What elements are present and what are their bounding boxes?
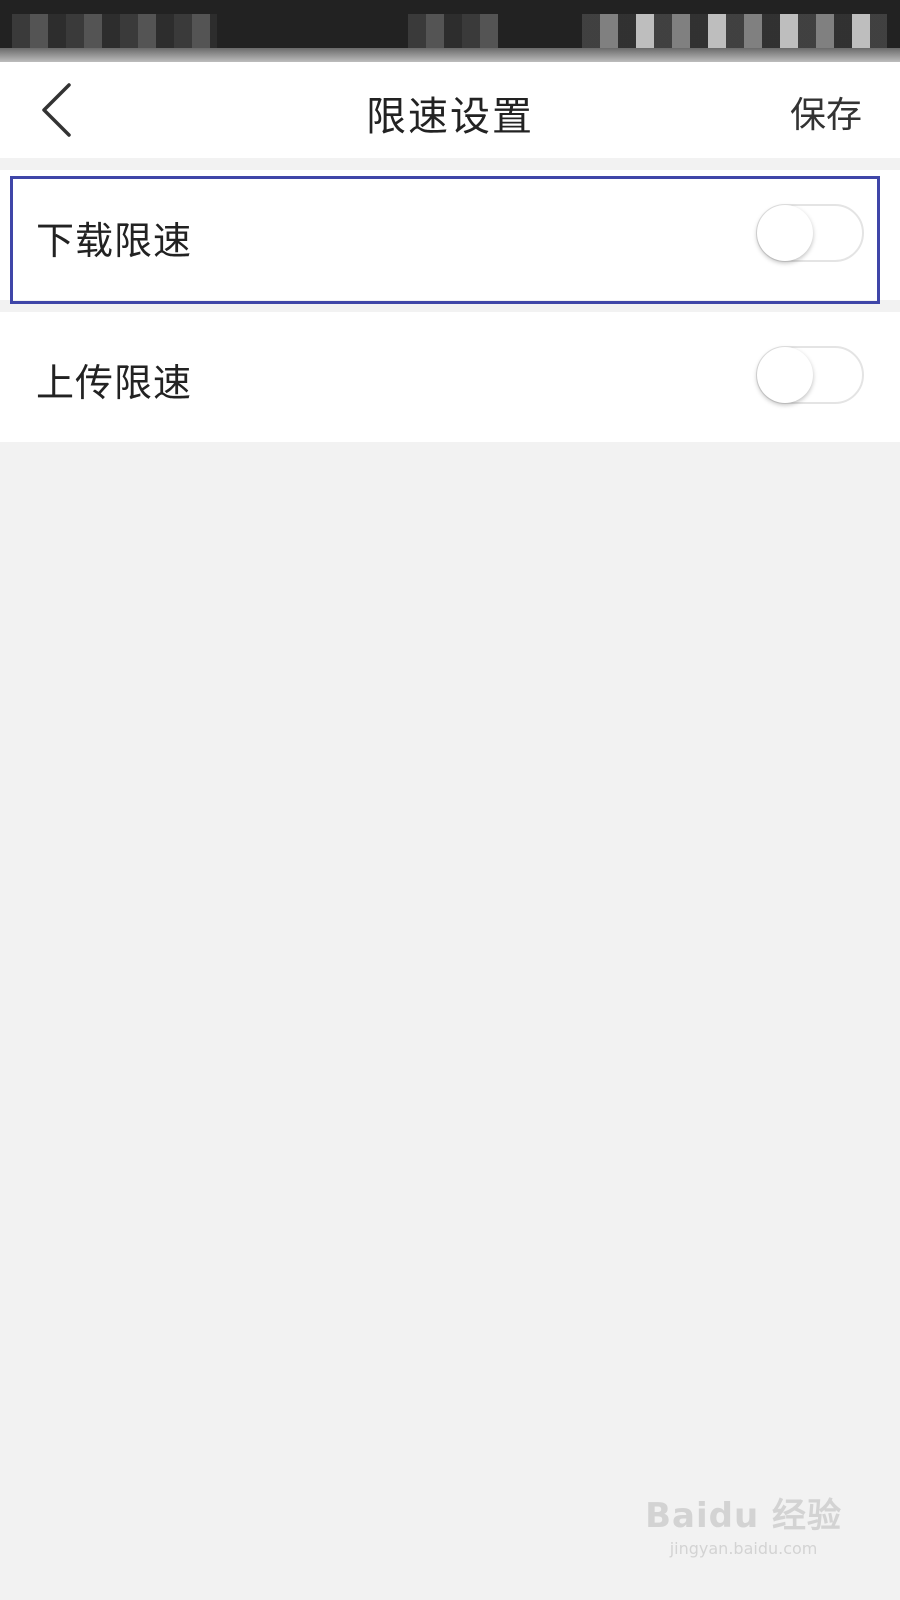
status-bar bbox=[0, 0, 900, 62]
status-left-signal bbox=[12, 14, 217, 50]
upload-limit-label: 上传限速 bbox=[36, 361, 193, 405]
settings-list: 下载限速 上传限速 bbox=[0, 170, 900, 442]
toggle-knob bbox=[757, 347, 813, 403]
download-limit-toggle[interactable] bbox=[756, 204, 864, 262]
page-title: 限速设置 bbox=[366, 94, 534, 140]
watermark-url: jingyan.baidu.com bbox=[669, 1539, 818, 1558]
navigation-bar: 限速设置 保存 bbox=[0, 62, 900, 158]
toggle-knob bbox=[757, 205, 813, 261]
status-right-icons bbox=[582, 14, 887, 50]
setting-row-download-limit: 下载限速 bbox=[0, 170, 900, 304]
watermark: Baidu 经验 jingyan.baidu.com bbox=[645, 1488, 842, 1558]
watermark-logo: Baidu 经验 bbox=[645, 1496, 842, 1536]
save-button[interactable]: 保存 bbox=[790, 86, 862, 138]
upload-limit-toggle[interactable] bbox=[756, 346, 864, 404]
status-bar-shadow bbox=[0, 48, 900, 62]
setting-row-upload-limit: 上传限速 bbox=[0, 312, 900, 442]
status-time bbox=[408, 14, 498, 50]
download-limit-label: 下载限速 bbox=[36, 219, 193, 263]
